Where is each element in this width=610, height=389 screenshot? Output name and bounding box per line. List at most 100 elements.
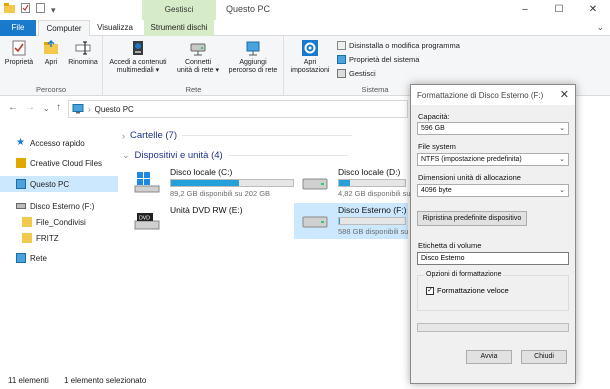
this-pc-icon	[72, 104, 84, 114]
new-folder-icon[interactable]	[36, 3, 45, 16]
breadcrumb-questo-pc[interactable]: Questo PC	[95, 105, 134, 114]
close-dialog-button[interactable]: Chiudi	[521, 350, 567, 364]
svg-text:DVD: DVD	[139, 216, 150, 222]
group-rete: Accedi a contenuti multimediali ▾ Connet…	[104, 36, 284, 96]
aggiungi-percorso-button[interactable]: Aggiungi percorso di rete	[224, 39, 282, 75]
drive-item-c[interactable]: Disco locale (C:) 89,2 GB disponibili su…	[126, 165, 294, 201]
apri-impostazioni-label-line1: Apri	[303, 59, 317, 66]
nav-item-file-condivisi[interactable]: File_Condivisi	[0, 214, 118, 230]
open-folder-icon	[44, 40, 58, 54]
section-dispositivi[interactable]: ⌄ Dispositivi e unità (4)	[122, 150, 348, 161]
tab-visualizza[interactable]: Visualizza	[92, 20, 138, 36]
filesystem-label: File system	[418, 142, 456, 151]
drive-item-d[interactable]: Disco locale (D:) 4,82 GB disponibili su…	[294, 165, 440, 201]
customize-toolbar-icon[interactable]: ▾	[51, 4, 56, 16]
nav-item-rete[interactable]: Rete	[0, 250, 118, 266]
start-button[interactable]: Avvia	[466, 350, 512, 364]
accedi-label-line1: Accedi a contenuti	[109, 59, 167, 66]
computer-management-icon	[337, 69, 346, 78]
drive-name: Unità DVD RW (E:)	[170, 205, 243, 215]
group-label-percorso: Percorso	[35, 85, 66, 94]
nav-item-fritz[interactable]: FRITZ	[0, 230, 118, 246]
filesystem-select[interactable]: NTFS (impostazione predefinita) ⌄	[417, 153, 569, 166]
apri-impostazioni-button[interactable]: Apri impostazioni	[287, 39, 333, 75]
nav-label: Accesso rapido	[30, 138, 85, 148]
dialog-title: Formattazione di Disco Esterno (F:)	[417, 91, 544, 100]
forward-arrow-icon[interactable]: →	[25, 102, 35, 113]
dvd-drive-icon: DVD	[134, 213, 160, 230]
window-controls: – ☐ ✕	[508, 0, 610, 20]
aggiungi-label-line1: Aggiungi	[239, 59, 267, 66]
star-icon: ★	[16, 137, 25, 148]
gestisci-button[interactable]: Gestisci	[337, 69, 376, 78]
status-selection: 1 elemento selezionato	[64, 376, 147, 385]
rename-icon	[75, 41, 91, 55]
dialog-close-icon[interactable]: ✕	[560, 88, 569, 101]
nav-label: File_Condivisi	[36, 217, 86, 227]
apri-button[interactable]: Apri	[38, 39, 64, 67]
format-options-legend: Opzioni di formattazione	[424, 271, 504, 278]
nav-item-accesso-rapido[interactable]: ★ Accesso rapido	[0, 135, 118, 151]
group-percorso: Proprietà Apri Rinomina Percorso	[0, 36, 103, 96]
proprieta-button[interactable]: Proprietà	[3, 39, 35, 67]
allocation-value: 4096 byte	[421, 187, 452, 194]
this-pc-icon	[16, 179, 26, 189]
volume-label-input[interactable]: Disco Esterno	[417, 252, 569, 265]
nav-item-questo-pc[interactable]: Questo PC	[0, 176, 118, 192]
ribbon-tabs: File Computer Visualizza Strumenti disch…	[0, 20, 610, 37]
quick-format-checkbox[interactable]: ✓ Formattazione veloce	[426, 286, 509, 295]
nav-item-disco-esterno[interactable]: Disco Esterno (F:)	[0, 198, 118, 214]
nav-label: Creative Cloud Files	[30, 158, 103, 168]
close-button[interactable]: ✕	[576, 0, 610, 20]
aggiungi-label-line2: percorso di rete	[228, 67, 278, 74]
nav-item-creative-cloud[interactable]: Creative Cloud Files	[0, 155, 118, 171]
drive-name: Disco locale (C:)	[170, 167, 233, 177]
properties-icon	[12, 40, 26, 56]
maximize-button[interactable]: ☐	[542, 0, 576, 20]
apri-impostazioni-label-line2: impostazioni	[290, 67, 330, 74]
window-title: Questo PC	[226, 4, 271, 14]
back-arrow-icon[interactable]: ←	[8, 102, 18, 113]
gestisci-label: Gestisci	[349, 69, 376, 78]
capacity-select[interactable]: 596 GB ⌄	[417, 122, 569, 135]
tab-computer[interactable]: Computer	[38, 20, 90, 37]
filesystem-value: NTFS (impostazione predefinita)	[421, 156, 522, 163]
apri-label: Apri	[44, 59, 58, 66]
recent-locations-chevron-icon[interactable]: ⌄	[43, 104, 50, 113]
section-cartelle[interactable]: › Cartelle (7)	[122, 130, 352, 141]
creative-cloud-folder-icon	[16, 158, 26, 168]
capacity-value: 596 GB	[421, 125, 445, 132]
properties-check-icon[interactable]	[21, 3, 30, 16]
chevron-right-icon: ›	[122, 130, 125, 141]
media-server-icon	[133, 41, 143, 55]
uninstall-icon	[337, 41, 346, 50]
chevron-down-icon: ⌄	[559, 156, 565, 163]
proprieta-sistema-label: Proprietà del sistema	[349, 55, 420, 64]
status-item-count: 11 elementi	[8, 376, 49, 385]
drive-item-f[interactable]: Disco Esterno (F:) 588 GB disponibili su…	[294, 203, 436, 239]
dialog-title-bar: Formattazione di Disco Esterno (F:) ✕	[411, 85, 575, 105]
accedi-contenuti-button[interactable]: Accedi a contenuti multimediali ▾	[106, 39, 170, 75]
external-drive-icon	[302, 216, 328, 228]
address-bar[interactable]: › Questo PC	[68, 100, 408, 118]
connetti-label-line1: Connetti	[184, 59, 212, 66]
tab-file[interactable]: File	[0, 20, 36, 36]
windows-drive-icon	[134, 172, 160, 193]
proprieta-sistema-button[interactable]: Proprietà del sistema	[337, 55, 419, 64]
tab-strumenti-dischi[interactable]: Strumenti dischi	[144, 20, 214, 36]
drive-item-e[interactable]: DVD Unità DVD RW (E:)	[126, 203, 286, 239]
restore-defaults-button[interactable]: Ripristina predefinite dispositivo	[417, 211, 527, 226]
minimize-button[interactable]: –	[508, 0, 542, 20]
allocation-select[interactable]: 4096 byte ⌄	[417, 184, 569, 197]
up-arrow-icon[interactable]: ↑	[56, 102, 61, 113]
rinomina-button[interactable]: Rinomina	[66, 39, 100, 67]
disinstalla-button[interactable]: Disinstalla o modifica programma	[337, 41, 460, 50]
section-divider	[227, 155, 348, 156]
accedi-label-line2: multimediali ▾	[116, 67, 160, 74]
drive-usage-bar	[170, 179, 294, 187]
nav-label: Questo PC	[30, 179, 70, 189]
drive-free-space: 89,2 GB disponibili su 202 GB	[170, 189, 271, 198]
connetti-unita-button[interactable]: Connetti unità di rete ▾	[172, 39, 224, 75]
ribbon-collapse-icon[interactable]: ⌄	[596, 22, 604, 33]
quick-format-label: Formattazione veloce	[437, 286, 509, 295]
